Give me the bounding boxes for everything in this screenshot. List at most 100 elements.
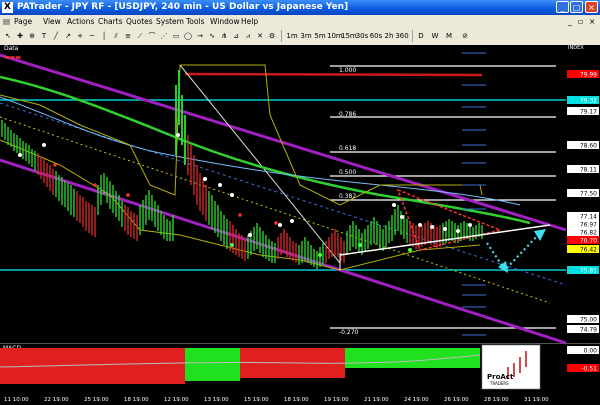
price-label: 74.79 (567, 325, 599, 334)
price-label: 76.42 (567, 245, 599, 254)
line-tool-icon[interactable]: ╱ (51, 30, 61, 42)
vertical-line-icon[interactable]: │ (99, 30, 109, 42)
andrews-tool-icon[interactable]: ⋔ (219, 30, 229, 42)
time-label: 26 19:00 (444, 397, 469, 403)
time-label: 19 19:00 (324, 397, 349, 403)
toolbar-separator (281, 30, 282, 42)
gann-tool-icon[interactable]: ⊿ (231, 30, 241, 42)
svg-text:79.32: 79.32 (580, 98, 597, 105)
tf-monthly[interactable]: M (444, 30, 454, 42)
time-label: 22 19:00 (44, 397, 69, 403)
svg-text:76.82: 76.82 (580, 230, 597, 237)
horizontal-line-icon[interactable]: ─ (87, 30, 97, 42)
trendline-tool-icon[interactable]: ⟋ (135, 30, 145, 42)
tf-5m[interactable]: 5m (314, 30, 326, 42)
svg-text:0.786: 0.786 (339, 111, 356, 118)
logo-text-proact: ProAct (487, 373, 514, 381)
svg-text:1.000: 1.000 (339, 67, 356, 74)
arc-tool-icon[interactable]: ⌒ (147, 30, 157, 42)
menu-window[interactable]: Window (210, 16, 240, 27)
pan-tool-icon[interactable]: ✚ (15, 30, 25, 42)
maximize-button[interactable]: □ (570, 1, 583, 13)
speed-tool-icon[interactable]: ⩘ (243, 30, 253, 42)
mdi-close-button[interactable]: × (589, 16, 595, 27)
channel-tool-icon[interactable]: ⫽ (111, 30, 121, 42)
zoom-tool-icon[interactable]: ⊕ (27, 30, 37, 42)
price-label: 78.60 (567, 141, 599, 150)
price-label: 78.11 (567, 165, 599, 174)
close-button[interactable]: × (585, 1, 598, 13)
logo-text-traders: TRADERS (489, 381, 509, 386)
menu-help[interactable]: Help (241, 16, 258, 27)
properties-tool-icon[interactable]: ⚙ (267, 30, 277, 42)
tf-10m[interactable]: 10m (327, 30, 343, 42)
menu-bar: ▤ Page View Actions Charts Quotes System… (0, 15, 600, 28)
fib-tool-icon[interactable]: ≡ (123, 30, 133, 42)
ellipse-tool-icon[interactable]: ◯ (183, 30, 193, 42)
time-label: 11 10:00 (4, 397, 29, 403)
app-icon: X (2, 2, 13, 13)
price-chart[interactable]: 1.000 0.786 0.618 0.500 0.382 -0.270 Dat… (0, 45, 600, 405)
red-resistance-line (184, 72, 483, 77)
cursor-tool-icon[interactable]: ↖ (3, 30, 13, 42)
price-label: 79.17 (567, 107, 599, 116)
mdi-restore-button[interactable]: ▫ (578, 16, 583, 27)
time-label: 12 19:00 (164, 397, 189, 403)
svg-text:76.97: 76.97 (580, 222, 597, 229)
time-label: 13 19:00 (204, 397, 229, 403)
ray-tool-icon[interactable]: ↗ (63, 30, 73, 42)
main-pane (0, 45, 566, 343)
price-label: 75.00 (567, 315, 599, 324)
menu-view[interactable]: View (43, 16, 61, 27)
menu-system[interactable]: System (156, 16, 184, 27)
no-entry-icon[interactable]: ⊘ (460, 30, 470, 42)
svg-text:79.17: 79.17 (580, 109, 597, 116)
menu-page[interactable]: Page (14, 16, 32, 27)
rectangle-tool-icon[interactable]: ▭ (171, 30, 181, 42)
delete-tool-icon[interactable]: ✕ (255, 30, 265, 42)
doc-icon[interactable]: ▤ (3, 16, 10, 27)
text-tool-icon[interactable]: T (39, 30, 49, 42)
menu-quotes[interactable]: Quotes (126, 16, 153, 27)
price-label: 79.99 (567, 70, 599, 79)
svg-text:77.14: 77.14 (580, 214, 597, 221)
tf-weekly[interactable]: W (430, 30, 440, 42)
tf-2h[interactable]: 2h (383, 30, 395, 42)
arrow-tool-icon[interactable]: → (195, 30, 205, 42)
menu-charts[interactable]: Charts (98, 16, 123, 27)
tf-daily[interactable]: D (416, 30, 426, 42)
tf-60s[interactable]: 60s (369, 30, 383, 42)
crosshair-tool-icon[interactable]: + (75, 30, 85, 42)
tf-30s[interactable]: 30s (355, 30, 369, 42)
svg-text:-0.270: -0.270 (339, 329, 359, 336)
mdi-minimize-button[interactable]: _ (568, 16, 572, 27)
window-title: PATrader - JPY RF - [USDJPY, 240 min - U… (17, 2, 349, 12)
svg-text:75.81: 75.81 (580, 268, 597, 275)
svg-text:78.60: 78.60 (580, 143, 597, 150)
svg-text:0.382: 0.382 (339, 193, 356, 200)
menu-actions[interactable]: Actions (67, 16, 94, 27)
tf-3m[interactable]: 3m (300, 30, 312, 42)
svg-text:76.70: 76.70 (580, 238, 597, 245)
minimize-button[interactable]: _ (556, 1, 569, 13)
menu-tools[interactable]: Tools (186, 16, 204, 27)
cycle-tool-icon[interactable]: ∿ (207, 30, 217, 42)
svg-text:75.00: 75.00 (580, 317, 597, 324)
index-label: INDEX (568, 45, 584, 51)
tf-360[interactable]: 360 (395, 30, 409, 42)
svg-text:77.50: 77.50 (580, 191, 597, 198)
price-label: -0.51 (567, 364, 599, 373)
title-bar: X PATrader - JPY RF - [USDJPY, 240 min -… (0, 0, 600, 15)
svg-text:76.42: 76.42 (580, 247, 597, 254)
time-label: 25 19:00 (84, 397, 109, 403)
proact-traders-logo: ProAct TRADERS (481, 344, 541, 390)
fan-tool-icon[interactable]: ⋰ (159, 30, 169, 42)
tf-1m[interactable]: 1m (286, 30, 298, 42)
time-label: 18 19:00 (124, 397, 149, 403)
price-label: 76.70 (567, 236, 599, 245)
data-label: Data (4, 45, 19, 52)
time-label: 24 19:00 (404, 397, 429, 403)
tf-15m[interactable]: 15m (341, 30, 357, 42)
time-label: 15 19:00 (244, 397, 269, 403)
time-label: 31 19:00 (524, 397, 549, 403)
